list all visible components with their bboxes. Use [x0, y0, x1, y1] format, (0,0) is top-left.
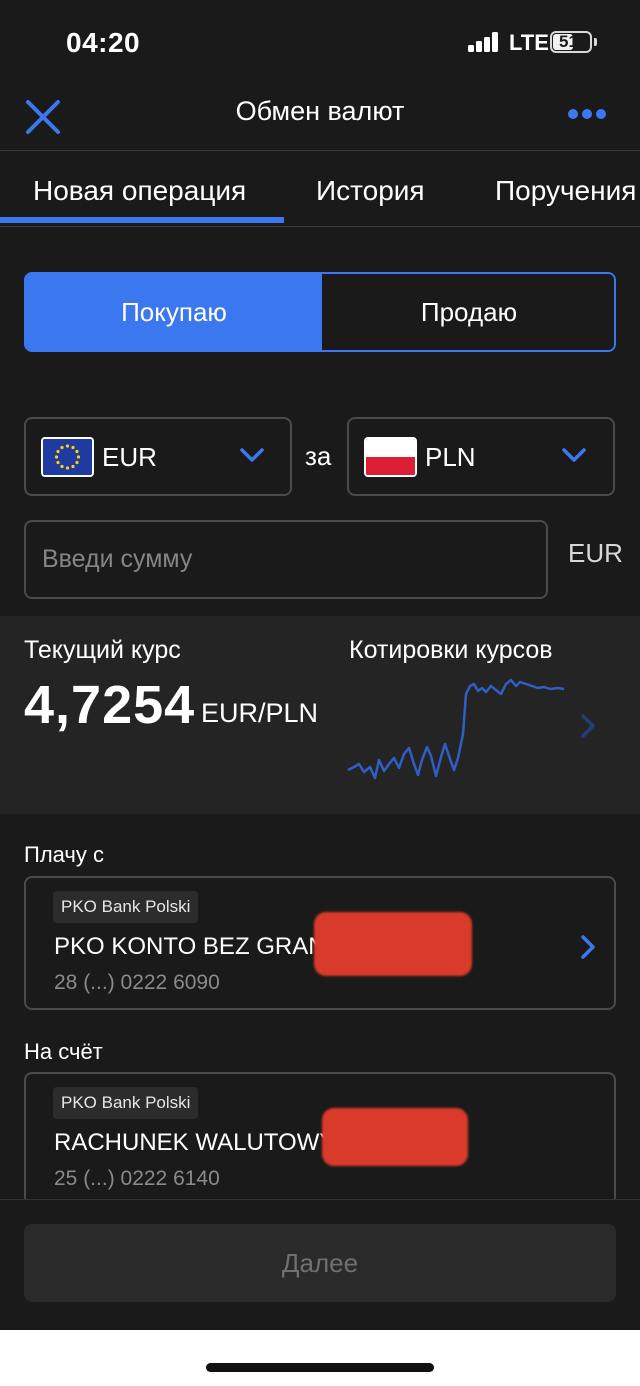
- battery-level: 51: [559, 32, 578, 51]
- screen: 04:20 LTE 51 Обмен валют Новая операция …: [0, 0, 640, 1330]
- footer: Далее: [0, 1199, 640, 1330]
- account-number: 28 (...) 0222 6090: [54, 971, 220, 994]
- battery-icon: 51: [550, 31, 592, 53]
- buy-sell-toggle: Покупаю Продаю: [24, 272, 616, 352]
- tab-new-operation[interactable]: Новая операция: [33, 175, 246, 207]
- amount-currency: EUR: [568, 538, 623, 568]
- bank-badge: PKO Bank Polski: [53, 891, 199, 923]
- more-icon[interactable]: [560, 102, 614, 126]
- to-account[interactable]: PKO Bank Polski RACHUNEK WALUTOWY ( 25 (…: [24, 1072, 616, 1206]
- chevron-right-icon: [578, 933, 598, 961]
- chevron-down-icon: [561, 446, 587, 464]
- currency-pair: EUR/PLN: [201, 698, 319, 728]
- status-time: 04:20: [66, 27, 141, 58]
- chevron-down-icon: [239, 446, 265, 464]
- sell-button[interactable]: Продаю: [322, 274, 614, 350]
- current-rate-value: 4,7254: [24, 675, 196, 735]
- to-currency-select[interactable]: PLN: [347, 417, 615, 496]
- tab-bar: Новая операция История Поручения: [0, 151, 640, 227]
- pay-from-account[interactable]: PKO Bank Polski PKO KONTO BEZ GRAN... 28…: [24, 876, 616, 1010]
- chevron-right-icon[interactable]: [578, 713, 598, 739]
- tabs-divider: [0, 226, 640, 227]
- amount-field[interactable]: [24, 520, 548, 599]
- current-rate-label: Текущий курс: [24, 636, 181, 664]
- account-name: RACHUNEK WALUTOWY (: [54, 1129, 350, 1156]
- eu-flag-icon: [41, 437, 94, 477]
- buy-button[interactable]: Покупаю: [26, 274, 322, 350]
- tab-orders[interactable]: Поручения: [495, 175, 636, 207]
- bank-badge: PKO Bank Polski: [53, 1087, 199, 1119]
- rate-panel[interactable]: Текущий курс 4,7254 EUR/PLN Котировки ку…: [0, 616, 640, 814]
- account-number: 25 (...) 0222 6140: [54, 1167, 220, 1190]
- to-currency-code: PLN: [425, 442, 476, 472]
- page-title: Обмен валют: [235, 96, 405, 126]
- pay-from-label: Плачу с: [24, 842, 104, 867]
- from-currency-code: EUR: [102, 442, 157, 472]
- from-currency-select[interactable]: EUR: [24, 417, 292, 496]
- tab-history[interactable]: История: [316, 175, 425, 207]
- home-indicator[interactable]: [206, 1363, 434, 1372]
- redaction-mark: [322, 1108, 468, 1166]
- connector-label: за: [305, 441, 332, 471]
- header: Обмен валют: [0, 86, 640, 150]
- to-account-label: На счёт: [24, 1039, 103, 1064]
- network-type: LTE: [509, 30, 549, 55]
- pl-flag-icon: [364, 437, 417, 477]
- signal-icon: [468, 32, 500, 52]
- rate-sparkline: [347, 678, 565, 780]
- active-tab-indicator: [0, 217, 284, 223]
- redaction-mark: [314, 912, 472, 976]
- account-name: PKO KONTO BEZ GRAN...: [54, 933, 346, 960]
- battery-tip: [594, 38, 597, 46]
- status-bar: 04:20 LTE 51: [0, 0, 640, 86]
- amount-input[interactable]: [42, 522, 532, 597]
- quotes-label: Котировки курсов: [349, 636, 553, 664]
- next-button[interactable]: Далее: [24, 1224, 616, 1302]
